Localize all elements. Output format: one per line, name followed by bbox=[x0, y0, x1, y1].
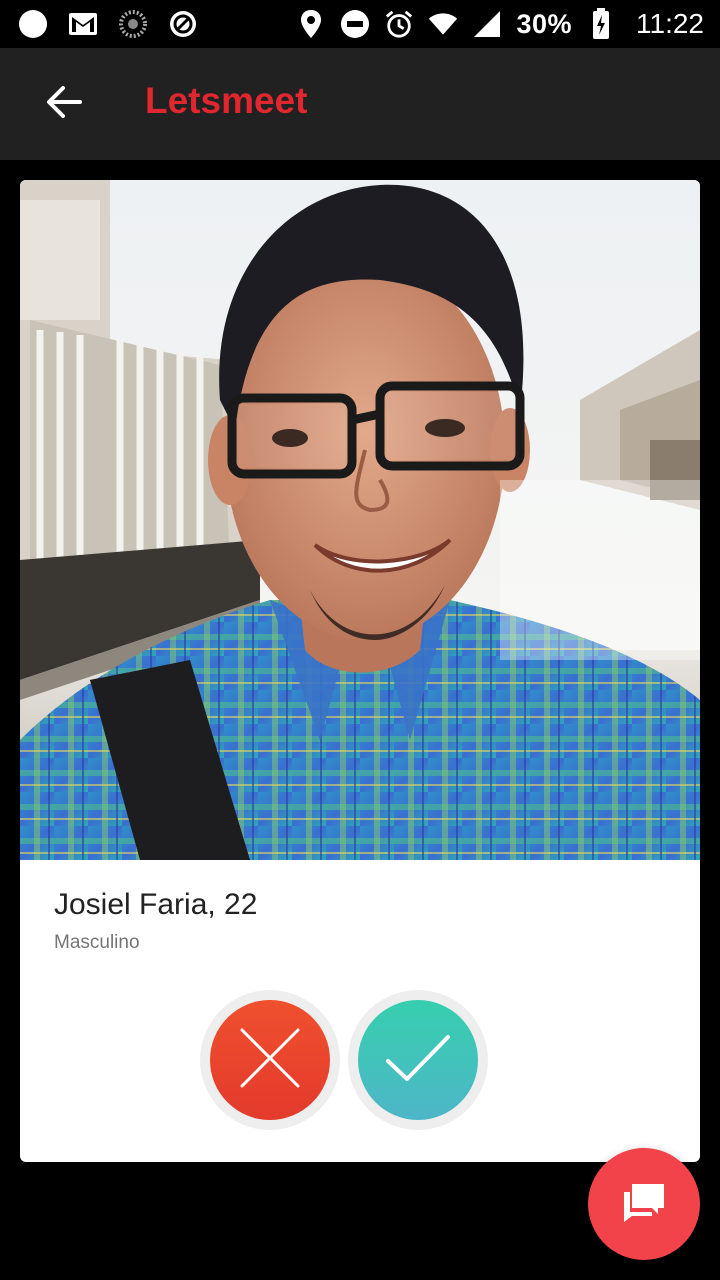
sync-icon bbox=[118, 9, 148, 39]
wifi-icon bbox=[428, 9, 458, 39]
location-icon bbox=[296, 9, 326, 39]
signal-icon bbox=[472, 9, 502, 39]
profile-card[interactable]: Josiel Faria, 22 Masculino bbox=[20, 180, 700, 1162]
arrow-back-icon bbox=[46, 85, 82, 124]
do-not-disturb-icon bbox=[340, 9, 370, 39]
status-time: 11:22 bbox=[636, 8, 704, 39]
profile-photo bbox=[20, 180, 700, 860]
back-button[interactable] bbox=[36, 78, 92, 130]
circle-icon bbox=[18, 9, 48, 39]
close-icon bbox=[238, 1026, 302, 1095]
alarm-icon bbox=[384, 9, 414, 39]
app-title: Letsmeet bbox=[145, 80, 308, 121]
profile-name: Josiel Faria, 22 bbox=[54, 888, 258, 921]
status-bar: 30% 11:22 bbox=[0, 0, 720, 48]
dislike-button[interactable] bbox=[200, 990, 340, 1130]
app-bar: Letsmeet bbox=[0, 48, 720, 160]
like-button-circle bbox=[358, 1000, 478, 1120]
blocked-icon bbox=[168, 9, 198, 39]
chat-icon bbox=[622, 1182, 666, 1227]
profile-gender: Masculino bbox=[54, 932, 140, 953]
battery-percentage: 30% bbox=[516, 8, 572, 39]
status-bar-system: 30% 11:22 bbox=[296, 7, 704, 41]
dislike-button-circle bbox=[210, 1000, 330, 1120]
like-button[interactable] bbox=[348, 990, 488, 1130]
status-bar-notifications bbox=[18, 7, 198, 41]
check-icon bbox=[385, 1033, 451, 1088]
gmail-icon bbox=[68, 9, 98, 39]
chat-fab-button[interactable] bbox=[588, 1148, 700, 1260]
battery-charging-icon bbox=[586, 8, 616, 39]
